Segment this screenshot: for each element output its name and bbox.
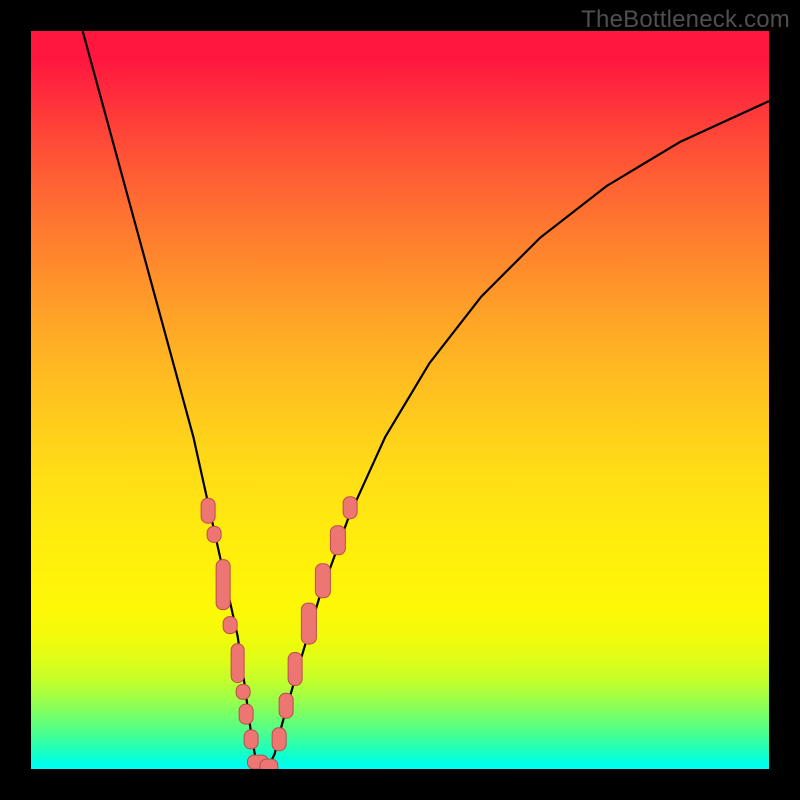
data-marker [239,704,254,725]
data-marker [301,602,317,645]
chart-frame: TheBottleneck.com [0,0,800,800]
data-marker [235,683,250,699]
plot-area [31,31,769,769]
data-marker [330,525,346,555]
data-marker [223,616,238,634]
data-marker [315,563,331,598]
data-marker [201,497,216,524]
data-marker [230,643,245,683]
data-marker [207,526,222,542]
marker-layer [31,31,769,769]
data-marker [259,759,278,769]
data-marker [342,496,357,520]
data-marker [279,692,294,719]
data-marker [288,652,303,686]
watermark-text: TheBottleneck.com [581,6,790,34]
data-marker [272,728,287,752]
data-marker [244,730,259,749]
data-marker [216,559,231,611]
